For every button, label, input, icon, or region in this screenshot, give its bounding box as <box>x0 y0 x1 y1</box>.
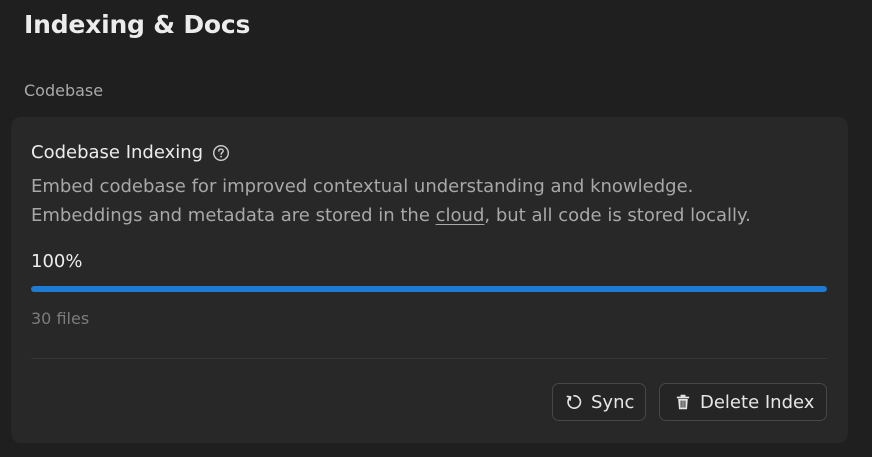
section-label: Codebase <box>24 81 104 100</box>
card-description: Embed codebase for improved contextual u… <box>31 172 751 230</box>
cloud-link[interactable]: cloud <box>436 205 485 226</box>
progress-bar-fill <box>31 286 827 292</box>
description-line-1: Embed codebase for improved contextual u… <box>31 176 694 197</box>
progress-percent: 100% <box>31 251 83 272</box>
description-text-before: Embeddings and metadata are stored in th… <box>31 205 436 226</box>
description-text-after: , but all code is stored locally. <box>484 205 751 226</box>
sync-button-label: Sync <box>591 391 635 413</box>
description-line-2: Embeddings and metadata are stored in th… <box>31 201 751 230</box>
delete-index-button[interactable]: Delete Index <box>659 383 827 421</box>
progress-bar <box>31 286 827 292</box>
card-title-row: Codebase Indexing <box>31 142 230 163</box>
codebase-indexing-card: Codebase Indexing Embed codebase for imp… <box>11 117 848 443</box>
sync-button[interactable]: Sync <box>552 383 646 421</box>
delete-index-button-label: Delete Index <box>700 391 815 413</box>
card-title: Codebase Indexing <box>31 142 204 163</box>
question-circle-icon[interactable] <box>212 144 230 162</box>
settings-page: Indexing & Docs Codebase Codebase Indexi… <box>0 0 872 457</box>
files-count: 30 files <box>31 309 90 328</box>
divider <box>31 358 827 359</box>
trash-icon <box>674 393 692 411</box>
page-title: Indexing & Docs <box>24 10 251 39</box>
refresh-icon <box>565 393 583 411</box>
